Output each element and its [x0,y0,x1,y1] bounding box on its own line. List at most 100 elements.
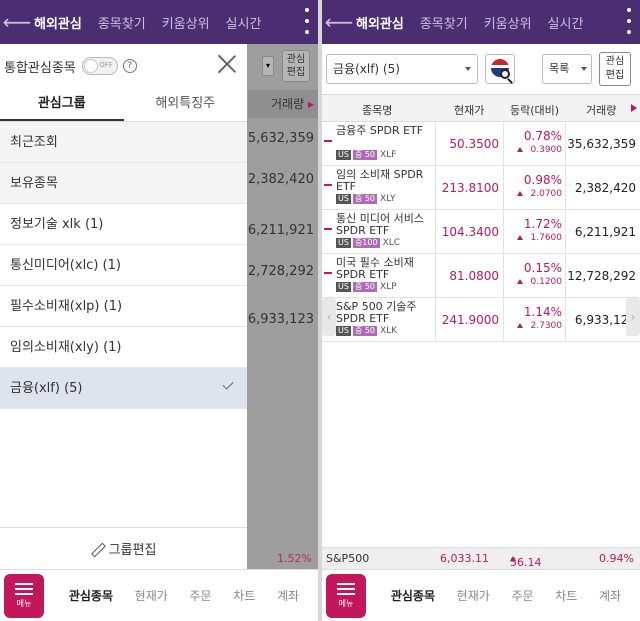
tab-overseas-watch[interactable]: 해외관심 [34,13,82,32]
tab-kiwoom-top[interactable]: 키움상위 [484,13,532,32]
chevron-right-icon[interactable]: › [626,298,640,336]
nav-item-watchlist[interactable]: 관심종목 [69,587,113,604]
tab-stock-search[interactable]: 종목찾기 [98,13,146,32]
nav-item-price[interactable]: 현재가 [457,587,490,604]
behind-volume: 2,382,420 [247,172,314,187]
nav-item-account[interactable]: 계좌 [277,587,299,604]
change-pct: 0.98% [523,173,562,187]
behind-dropdown: ▾ [262,56,274,76]
group-item-xlc[interactable]: 통신미디어(xlc) (1) [0,245,247,286]
table-row[interactable]: 금융주 SPDR ETF US 증 50 XLF 50.3500 0.78% 0.39… [322,122,640,166]
volume: 12,728,292 [567,269,636,283]
hamburger-icon [337,582,355,595]
pencil-icon [91,543,103,555]
table-row[interactable]: 임의 소비재 SPDR ETF US 증 50 XLY 213.8100 0.98%… [322,166,640,210]
nav-item-price[interactable]: 현재가 [135,587,168,604]
market-badge: US [336,238,351,248]
table-row[interactable]: S&P 500 기술주 SPDR ETF US 증 50 XLK 241.9000 … [322,298,640,342]
stock-name: 미국 필수 소비재 SPDR ETF [336,256,414,281]
group-item-xly[interactable]: 임의소비재(xly) (1) [0,327,247,368]
watch-controls: 금융(xlf) (5) 목록 관심 편집 [322,44,640,94]
caret-down-icon [465,67,471,71]
market-badge: US [336,194,351,204]
left-screen: ⟵ 해외관심 종목찾기 키움상위 실시간 ▾ 관심 편집 거래량 ▸ 35,63… [0,0,318,621]
more-icon[interactable] [304,8,310,34]
table-row[interactable]: 통신 미디어 서비스 SPDR ETF US 증100 XLC 104.3400 1… [322,210,640,254]
index-ticker-bar[interactable]: S&P500 6,033.11 56.14 0.94% [322,547,640,569]
integrated-toggle[interactable]: OFF [81,57,118,75]
more-icon[interactable] [626,8,632,34]
header-bar: ⟵ 해외관심 종목찾기 키움상위 실시간 [322,0,640,44]
tab-overseas-watch[interactable]: 해외관심 [356,13,404,32]
group-item-label: 금융(xlf) (5) [10,381,83,396]
stock-name: 금융주 SPDR ETF [336,124,424,137]
volume: 2,382,420 [574,181,636,195]
col-volume: 거래량 [586,104,617,117]
price: 50.3500 [436,122,504,166]
watch-edit-button[interactable]: 관심 편집 [599,52,631,86]
menu-button[interactable]: 메뉴 [4,573,44,618]
bottom-nav: 메뉴 관심종목 현재가 주문 차트 계좌 [0,569,318,621]
ticker: XLY [380,194,396,204]
tab-kiwoom-top[interactable]: 키움상위 [162,13,210,32]
group-item-xlf[interactable]: 금융(xlf) (5) [0,368,247,409]
tab-stock-search[interactable]: 종목찾기 [420,13,468,32]
menu-label: 메뉴 [16,598,32,608]
up-triangle-icon [516,235,523,240]
chevron-left-icon[interactable]: ‹ [322,298,336,336]
ticker: XLF [380,150,397,160]
tab-overseas-featured[interactable]: 해외특징주 [124,88,248,121]
stock-table: 금융주 SPDR ETF US 증 50 XLF 50.3500 0.78% 0.39… [322,122,640,342]
up-triangle-icon [516,323,523,328]
view-select[interactable]: 목록 [542,54,592,84]
panel-top-bar: 통합관심종목 OFF ? [0,44,247,88]
col-price: 현재가 [454,104,485,117]
tab-realtime[interactable]: 실시간 [548,13,584,32]
group-item-recent[interactable]: 최근조회 [0,122,247,163]
margin-badge: 증 50 [352,194,378,204]
price: 81.0800 [436,254,504,298]
tab-watch-groups[interactable]: 관심그룹 [0,88,124,121]
change-amount: 2.0700 [530,189,563,199]
nav-item-chart[interactable]: 차트 [233,587,255,604]
close-icon[interactable] [217,54,237,74]
margin-badge: 증 50 [352,150,378,160]
bottom-nav: 메뉴 관심종목 현재가 주문 차트 계좌 [322,569,640,621]
nav-item-order[interactable]: 주문 [189,587,211,604]
caret-down-icon [581,67,587,71]
volume: 35,632,359 [567,137,636,151]
nav-item-order[interactable]: 주문 [511,587,533,604]
up-triangle-icon [516,147,523,152]
group-select[interactable]: 금융(xlf) (5) [326,54,478,84]
behind-edit-button: 관심 편집 [282,50,310,82]
menu-button[interactable]: 메뉴 [326,573,366,618]
group-item-xlp[interactable]: 필수소비재(xlp) (1) [0,286,247,327]
check-icon [222,378,234,390]
group-edit-label: 그룹편집 [108,543,157,558]
behind-volume: 12,728,292 [239,264,314,279]
index-name: S&P500 [326,552,370,565]
index-change: 56.14 [510,556,542,569]
behind-volume: 35,632,359 [239,131,314,146]
nav-item-watchlist[interactable]: 관심종목 [391,587,435,604]
group-item-xlk[interactable]: 정보기술 xlk (1) [0,204,247,245]
margin-badge: 증100 [352,238,380,248]
nav-item-chart[interactable]: 차트 [555,587,577,604]
tab-realtime[interactable]: 실시간 [226,13,262,32]
change-amount: 1.7600 [530,233,563,243]
table-header: 종목명 현재가 등락(대비) 거래량 [322,94,640,122]
header-bar: ⟵ 해외관심 종목찾기 키움상위 실시간 [0,0,318,44]
arrow-left-icon[interactable]: ⟵ [322,10,356,34]
behind-volume: 6,211,921 [247,223,314,238]
arrow-left-icon[interactable]: ⟵ [0,10,34,34]
ticker: XLP [380,282,397,292]
nav-item-account[interactable]: 계좌 [599,587,621,604]
price: 104.3400 [436,210,504,254]
up-triangle-icon [516,191,523,196]
group-edit-button[interactable]: 그룹편집 [0,527,247,569]
global-search-button[interactable] [485,54,515,84]
help-icon[interactable]: ? [122,59,137,73]
group-item-holdings[interactable]: 보유종목 [0,163,247,204]
table-row[interactable]: 미국 필수 소비재 SPDR ETF US 증 50 XLP 81.0800 0.1… [322,254,640,298]
play-right-icon[interactable] [631,104,637,112]
